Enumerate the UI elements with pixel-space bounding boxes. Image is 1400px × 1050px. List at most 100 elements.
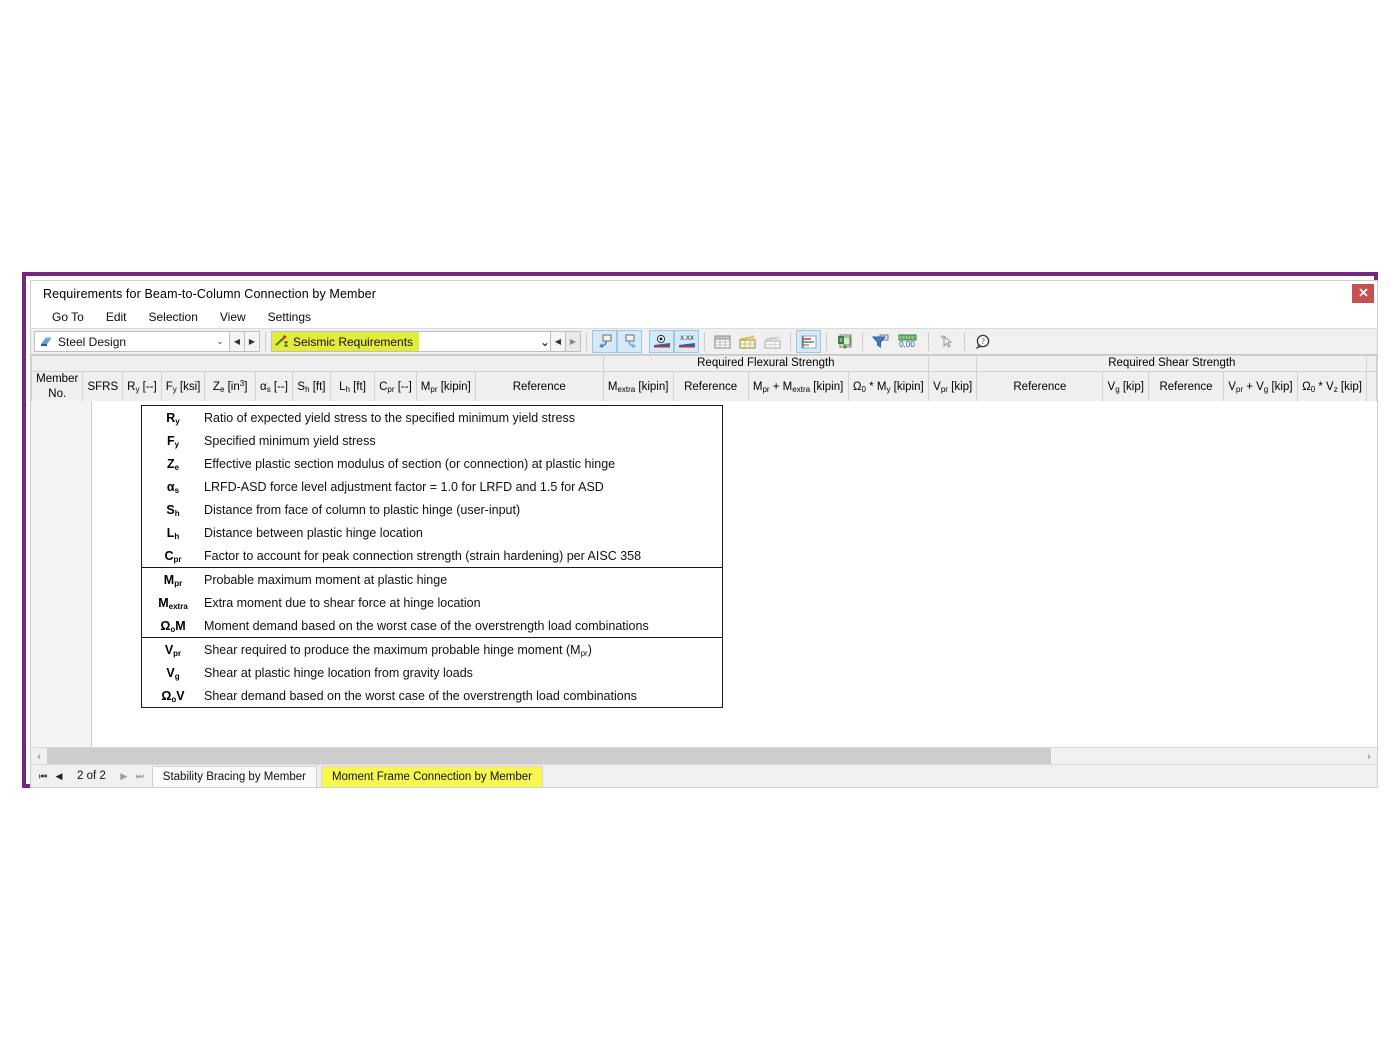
legend-text-vpr: Shear required to produce the maximum pr…	[204, 643, 592, 657]
legend-symbol-ze: Ze	[142, 457, 204, 471]
table-select-icon	[764, 335, 781, 349]
export-excel-button[interactable]: X	[832, 330, 857, 353]
menu-item-view[interactable]: View	[209, 307, 257, 328]
next-page-button[interactable]: ▶	[116, 771, 132, 782]
module-prev-button[interactable]: ◀	[230, 331, 245, 352]
col-header-vg[interactable]: Vg [kip]	[1103, 372, 1149, 403]
col-header-cpr[interactable]: Cpr [--]	[375, 372, 417, 403]
legend-row-ry: Ry Ratio of expected yield stress to the…	[142, 406, 722, 429]
first-page-button[interactable]: ⏮	[35, 771, 51, 782]
table-highlight-button[interactable]	[735, 330, 760, 353]
chevron-down-icon[interactable]: ⌄	[211, 336, 229, 347]
legend-row-mpr: Mpr Probable maximum moment at plastic h…	[142, 568, 722, 591]
legend-symbol-omega-v: ΩoV	[142, 689, 204, 703]
legend-row-mextra: Mextra Extra moment due to shear force a…	[142, 591, 722, 614]
col-header-omega-my[interactable]: Ω0 * My [kipin]	[848, 372, 928, 403]
legend-symbol-vpr: Vpr	[142, 643, 204, 657]
col-header-reference-1[interactable]: Reference	[475, 372, 603, 403]
chart-bars-button[interactable]	[796, 330, 821, 353]
col-header-mpr[interactable]: Mpr [kipin]	[416, 372, 475, 403]
legend-symbol-alpha-s: αs	[142, 480, 204, 494]
col-header-reference-4[interactable]: Reference	[1149, 372, 1224, 403]
col-header-fy[interactable]: Fy [ksi]	[161, 372, 205, 403]
legend-symbol-mpr: Mpr	[142, 573, 204, 587]
table-grid-button[interactable]	[710, 330, 735, 353]
legend-row-cpr: Cpr Factor to account for peak connectio…	[142, 544, 722, 567]
col-header-reference-3[interactable]: Reference	[977, 372, 1103, 403]
legend-symbol-omega-m: ΩoM	[142, 619, 204, 633]
legend-row-omega-m: ΩoM Moment demand based on the worst cas…	[142, 614, 722, 637]
col-header-vpr[interactable]: Vpr [kip]	[929, 372, 977, 403]
legend-symbol-fy: Fy	[142, 434, 204, 448]
col-header-vpr-plus-vg[interactable]: Vpr + Vg [kip]	[1223, 372, 1297, 403]
show-results-icon	[653, 334, 671, 349]
filter-funnel-button[interactable]	[868, 330, 893, 353]
result-combo[interactable]: Seismic Requirements ⌄	[271, 331, 551, 352]
legend-symbol-ry: Ry	[142, 411, 204, 425]
col-header-reference-2[interactable]: Reference	[673, 372, 748, 403]
scroll-left-arrow-icon[interactable]: ‹	[31, 748, 47, 764]
window-title: Requirements for Beam-to-Column Connecti…	[31, 287, 376, 301]
horizontal-scrollbar[interactable]: ‹ ›	[31, 747, 1377, 764]
legend-group-inputs: Ry Ratio of expected yield stress to the…	[142, 406, 722, 568]
decimal-places-button[interactable]: 0,00	[893, 330, 923, 353]
chart-bars-icon	[801, 335, 817, 349]
col-header-sh[interactable]: Sh [ft]	[293, 372, 331, 403]
undo-arrow-button[interactable]	[592, 330, 617, 353]
group-header-blank-mid	[929, 356, 977, 372]
results-window: Requirements for Beam-to-Column Connecti…	[30, 280, 1378, 788]
prev-page-button[interactable]: ◀	[51, 771, 67, 782]
tab-stability-bracing-by-member[interactable]: Stability Bracing by Member	[152, 766, 317, 787]
legend-text-cpr: Factor to account for peak connection st…	[204, 549, 641, 563]
menu-item-edit[interactable]: Edit	[95, 307, 138, 328]
title-bar: Requirements for Beam-to-Column Connecti…	[31, 281, 1377, 307]
menu-item-selection[interactable]: Selection	[138, 307, 209, 328]
legend-row-lh: Lh Distance between plastic hinge locati…	[142, 521, 722, 544]
module-combo[interactable]: Steel Design ⌄	[34, 331, 230, 352]
scroll-thumb[interactable]	[47, 748, 1051, 764]
legend-text-alpha-s: LRFD-ASD force level adjustment factor =…	[204, 480, 604, 494]
col-header-member-no[interactable]: MemberNo.	[32, 372, 83, 403]
close-button[interactable]	[1352, 284, 1374, 303]
show-values-button[interactable]: X.XX	[674, 330, 699, 353]
col-header-lh[interactable]: Lh [ft]	[330, 372, 374, 403]
tab-moment-frame-connection-by-member[interactable]: Moment Frame Connection by Member	[321, 766, 543, 787]
grid-empty-body: Ry Ratio of expected yield stress to the…	[31, 401, 1377, 747]
col-header-ze[interactable]: Ze [in3]	[205, 372, 256, 403]
help-button[interactable]: ?	[970, 330, 995, 353]
close-icon	[1359, 288, 1368, 297]
toolbar-divider-8	[964, 332, 965, 351]
legend-symbol-lh: Lh	[142, 526, 204, 540]
pointer-disabled-button[interactable]	[934, 330, 959, 353]
result-prev-button[interactable]: ◀	[551, 331, 566, 352]
menu-bar: Go To Edit Selection View Settings	[31, 307, 1377, 328]
module-combo-value: Steel Design	[58, 335, 211, 349]
legend-row-omega-v: ΩoV Shear demand based on the worst case…	[142, 684, 722, 707]
legend-text-fy: Specified minimum yield stress	[204, 434, 376, 448]
col-header-sfrs[interactable]: SFRS	[83, 372, 123, 403]
export-excel-icon: X	[837, 334, 853, 349]
scroll-track[interactable]	[47, 748, 1361, 764]
show-results-button[interactable]	[649, 330, 674, 353]
col-header-alpha-s[interactable]: αs [--]	[255, 372, 292, 403]
group-header-flexural: Required Flexural Strength	[603, 356, 928, 372]
col-header-mpr-plus-mextra[interactable]: Mpr + Mextra [kipin]	[748, 372, 848, 403]
col-header-mextra[interactable]: Mextra [kipin]	[603, 372, 673, 403]
redo-arrow-button[interactable]	[617, 330, 642, 353]
result-chevron-down-icon[interactable]: ⌄	[540, 335, 550, 349]
col-header-ry[interactable]: Ry [--]	[123, 372, 162, 403]
scroll-right-arrow-icon[interactable]: ›	[1361, 748, 1377, 764]
menu-item-go-to[interactable]: Go To	[41, 307, 95, 328]
seismic-diagram-icon	[275, 334, 289, 350]
table-header-row: MemberNo. SFRS Ry [--] Fy [ksi] Ze [in3]…	[32, 372, 1377, 403]
col-header-omega-vz[interactable]: Ω0 * Vz [kip]	[1297, 372, 1366, 403]
toolbar-divider-7	[928, 332, 929, 351]
last-page-button[interactable]: ⏭	[132, 771, 148, 782]
menu-item-settings[interactable]: Settings	[257, 307, 322, 328]
module-next-button[interactable]: ▶	[245, 331, 260, 352]
legend-text-omega-v: Shear demand based on the worst case of …	[204, 689, 637, 703]
table-select-button[interactable]	[760, 330, 785, 353]
legend-text-ry: Ratio of expected yield stress to the sp…	[204, 411, 575, 425]
legend-text-ze: Effective plastic section modulus of sec…	[204, 457, 615, 471]
result-next-button[interactable]: ▶	[566, 331, 581, 352]
